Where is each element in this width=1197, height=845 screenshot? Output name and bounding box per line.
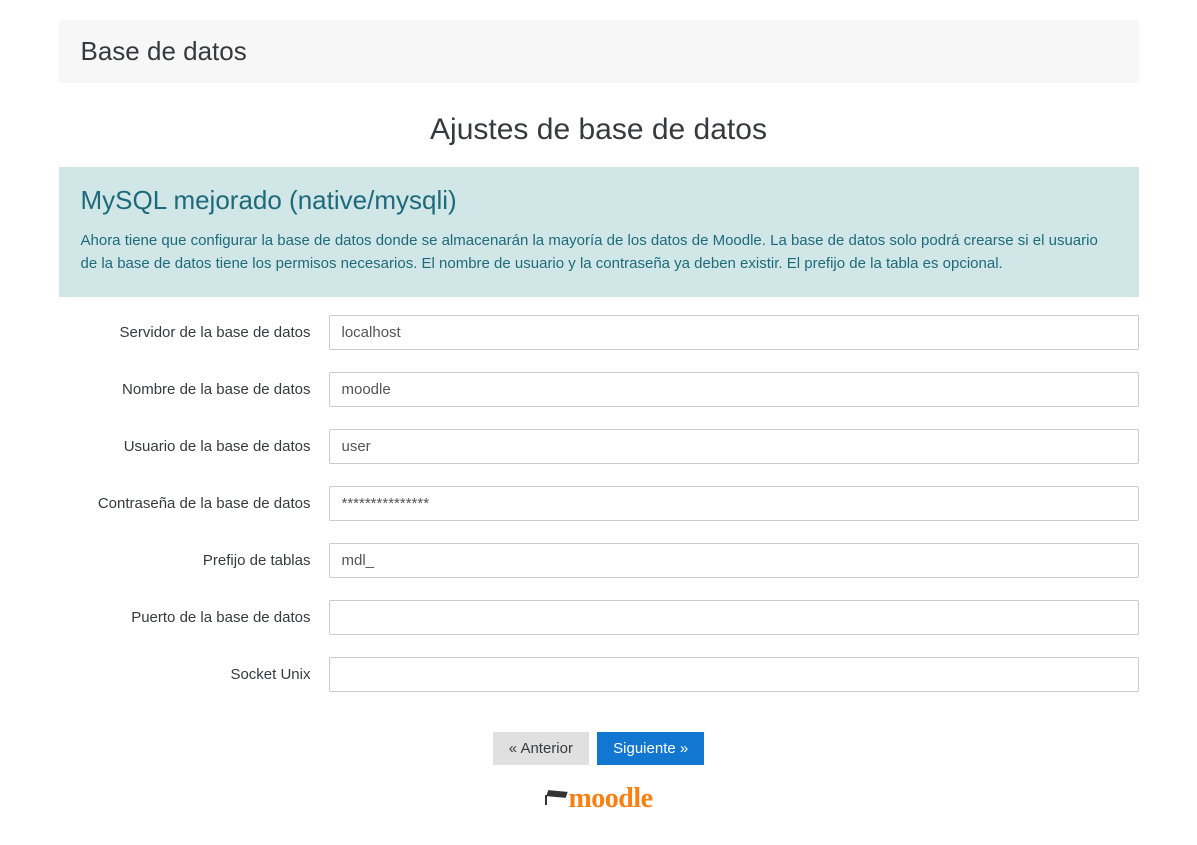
driver-title: MySQL mejorado (native/mysqli) (81, 185, 1117, 216)
next-button[interactable]: Siguiente » (597, 732, 704, 765)
moodle-logo-text: moodle (568, 783, 652, 815)
field-row-dbhost: Servidor de la base de datos (59, 315, 1139, 350)
page-main-title: Base de datos (81, 36, 1117, 67)
label-prefix: Prefijo de tablas (59, 552, 329, 569)
field-row-dbsocket: Socket Unix (59, 657, 1139, 692)
moodle-logo: moodle (544, 783, 652, 815)
navigation-buttons: « Anterior Siguiente » (44, 732, 1154, 765)
footer-logo-row: moodle (44, 783, 1154, 815)
label-dbpass: Contraseña de la base de datos (59, 495, 329, 512)
input-dbhost[interactable] (329, 315, 1139, 350)
field-row-dbuser: Usuario de la base de datos (59, 429, 1139, 464)
previous-button[interactable]: « Anterior (493, 732, 589, 765)
label-dbsocket: Socket Unix (59, 666, 329, 683)
input-dbsocket[interactable] (329, 657, 1139, 692)
field-row-dbname: Nombre de la base de datos (59, 372, 1139, 407)
database-settings-form: Servidor de la base de datos Nombre de l… (59, 315, 1139, 692)
graduation-cap-icon (544, 789, 570, 809)
field-row-dbpass: Contraseña de la base de datos (59, 486, 1139, 521)
field-row-dbport: Puerto de la base de datos (59, 600, 1139, 635)
input-dbport[interactable] (329, 600, 1139, 635)
label-dbport: Puerto de la base de datos (59, 609, 329, 626)
info-panel: MySQL mejorado (native/mysqli) Ahora tie… (59, 167, 1139, 297)
label-dbuser: Usuario de la base de datos (59, 438, 329, 455)
input-prefix[interactable] (329, 543, 1139, 578)
input-dbname[interactable] (329, 372, 1139, 407)
label-dbhost: Servidor de la base de datos (59, 324, 329, 341)
driver-description: Ahora tiene que configurar la base de da… (81, 230, 1117, 275)
title-bar: Base de datos (59, 20, 1139, 83)
page-heading: Ajustes de base de datos (44, 113, 1154, 147)
input-dbuser[interactable] (329, 429, 1139, 464)
input-dbpass[interactable] (329, 486, 1139, 521)
field-row-prefix: Prefijo de tablas (59, 543, 1139, 578)
label-dbname: Nombre de la base de datos (59, 381, 329, 398)
